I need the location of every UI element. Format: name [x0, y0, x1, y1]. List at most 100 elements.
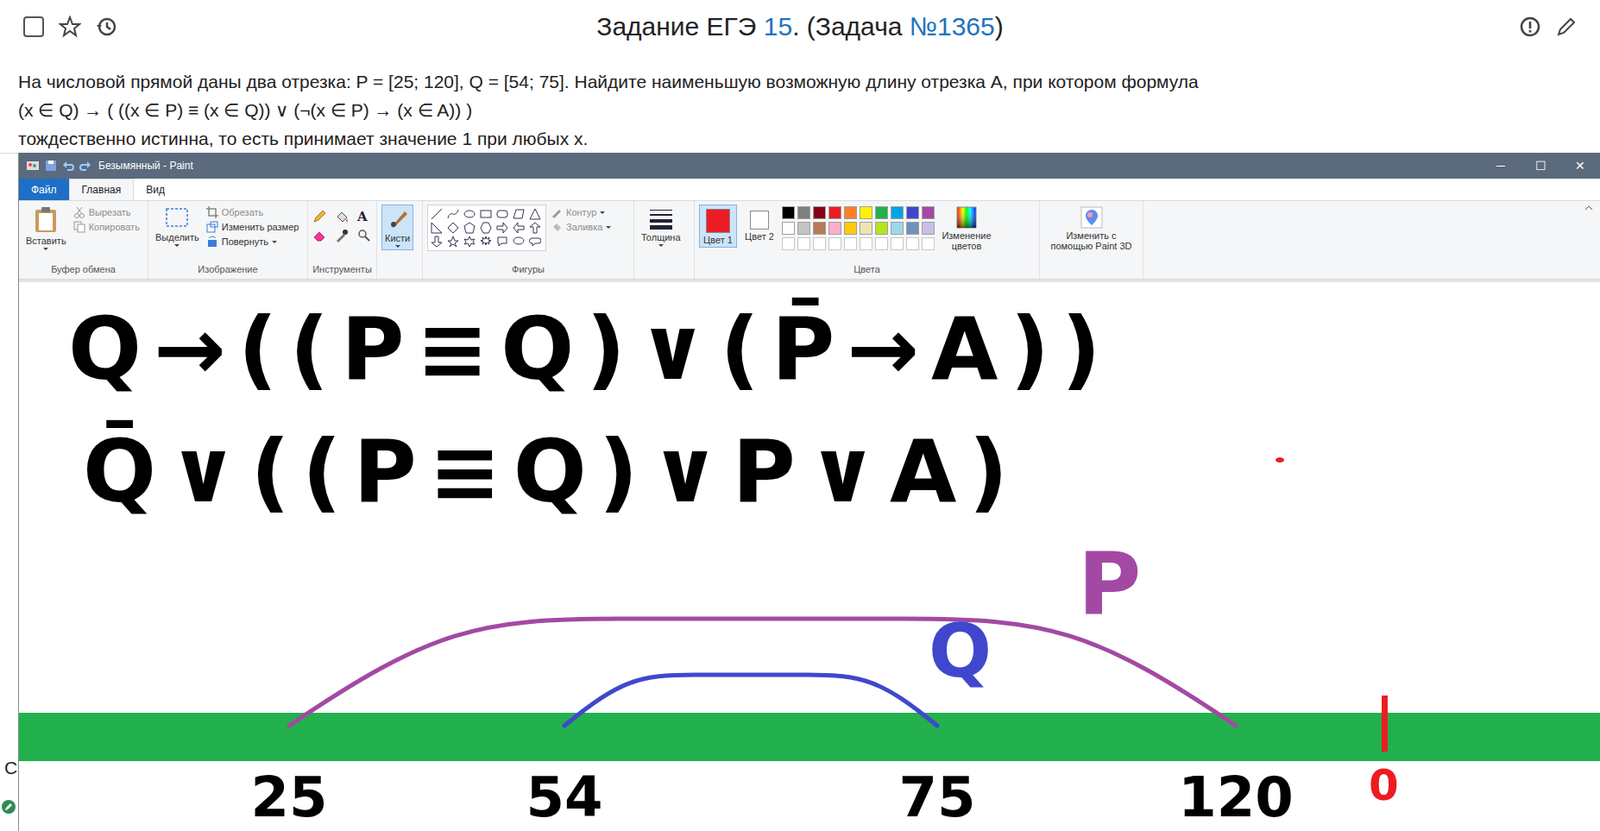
problem-statement: На числовой прямой даны два отрезка: P =… [0, 53, 1600, 153]
text-tool[interactable]: A [357, 209, 375, 224]
empty-swatch[interactable] [906, 237, 920, 251]
palette-swatch[interactable] [875, 206, 889, 220]
star-icon[interactable] [58, 15, 82, 38]
segment-arc [289, 618, 1236, 726]
fill-icon[interactable] [334, 209, 353, 224]
rotate-button[interactable]: Повернуть [206, 235, 300, 248]
history-icon[interactable] [94, 15, 118, 38]
palette-swatch[interactable] [921, 206, 935, 220]
button-label: Контур [566, 207, 597, 218]
color1-button[interactable]: Цвет 1 [699, 204, 738, 248]
drawing-canvas[interactable]: Q→((P≡Q)∨(P̄→A))Q̄∨((P≡Q)∨P∨A)255475120P… [18, 279, 1600, 831]
pencil-icon[interactable] [312, 209, 330, 224]
copy-button[interactable]: Копировать [73, 220, 140, 234]
shape-icon[interactable] [447, 221, 461, 234]
palette-swatch[interactable] [828, 206, 842, 220]
ribbon-tab[interactable]: Файл [18, 178, 70, 201]
shape-icon[interactable] [430, 221, 445, 234]
paste-button[interactable]: Вставить [23, 204, 70, 252]
empty-swatch[interactable] [875, 237, 889, 251]
palette-swatch[interactable] [906, 221, 920, 235]
shape-icon[interactable] [447, 207, 461, 221]
shape-icon[interactable] [463, 207, 478, 221]
palette-swatch[interactable] [859, 221, 873, 235]
image-group: Выделить ОбрезатьИзменить размерПовернуть… [148, 201, 309, 279]
magnifier-icon[interactable] [357, 228, 375, 243]
ribbon-tab[interactable]: Главная [69, 178, 135, 201]
palette-swatch[interactable] [812, 221, 826, 235]
empty-swatch[interactable] [797, 237, 811, 251]
empty-swatch[interactable] [859, 237, 873, 251]
shape-icon[interactable] [430, 207, 445, 221]
palette-swatch[interactable] [797, 221, 811, 235]
eraser-icon[interactable] [312, 228, 330, 243]
red-dot [1275, 457, 1285, 463]
shape-icon[interactable] [479, 221, 494, 234]
palette-swatch[interactable] [844, 206, 857, 220]
shape-icon[interactable] [479, 235, 494, 248]
task-id-link[interactable]: №1365 [909, 12, 996, 41]
report-icon[interactable] [1518, 15, 1542, 38]
crop-button[interactable]: Обрезать [206, 206, 300, 219]
palette-swatch[interactable] [859, 206, 873, 220]
shape-icon[interactable] [463, 235, 478, 248]
palette-swatch[interactable] [812, 206, 826, 220]
shape-icon[interactable] [479, 207, 494, 221]
palette-swatch[interactable] [844, 221, 857, 235]
color2-button[interactable]: Цвет 2 [741, 204, 778, 244]
palette-swatch[interactable] [890, 221, 904, 235]
shape-icon[interactable] [512, 235, 527, 248]
shape-icon[interactable] [430, 235, 445, 248]
palette-swatch[interactable] [906, 206, 920, 220]
palette-swatch[interactable] [890, 206, 904, 220]
edit-colors-button[interactable]: Изменение цветов [938, 204, 995, 253]
empty-swatch[interactable] [921, 237, 935, 251]
fill-button[interactable]: Заливка [550, 220, 612, 234]
shape-icon[interactable] [496, 221, 511, 234]
window-button[interactable]: ☐ [1520, 158, 1561, 173]
empty-swatch[interactable] [890, 237, 904, 251]
redo-icon[interactable] [79, 159, 92, 172]
axis-label: 25 [250, 767, 328, 828]
paint3d-button[interactable]: Изменить с помощью Paint 3D [1044, 204, 1139, 253]
undo-icon[interactable] [62, 159, 75, 172]
brush-icon [385, 207, 410, 232]
cut-button[interactable]: Вырезать [73, 206, 140, 219]
handwritten-formula: Q̄∨((P≡Q)∨P∨A) [82, 420, 1021, 524]
window-button[interactable]: ✕ [1560, 158, 1600, 173]
task-number-link[interactable]: 15 [763, 12, 793, 41]
empty-swatch[interactable] [812, 237, 826, 251]
palette-swatch[interactable] [875, 221, 889, 235]
shape-icon[interactable] [496, 235, 511, 248]
ribbon-tab[interactable]: Вид [133, 178, 177, 201]
brushes-button[interactable]: Кисти [381, 204, 414, 251]
marker-label: 0 [1368, 762, 1399, 810]
shape-icon[interactable] [512, 221, 527, 234]
paint-logo-icon [25, 158, 40, 173]
checkbox-icon[interactable] [22, 15, 45, 38]
shape-icon[interactable] [496, 207, 511, 221]
fill-icon [550, 220, 563, 234]
palette-swatch[interactable] [781, 221, 795, 235]
palette-swatch[interactable] [781, 206, 795, 220]
palette-swatch[interactable] [828, 221, 842, 235]
empty-swatch[interactable] [781, 237, 795, 251]
color-picker-icon[interactable] [334, 228, 353, 243]
save-icon[interactable] [44, 159, 57, 172]
shape-icon[interactable] [512, 207, 527, 221]
outline-button[interactable]: Контур [550, 206, 612, 219]
window-button[interactable]: ─ [1480, 158, 1521, 173]
shape-icon[interactable] [529, 207, 543, 221]
shape-icon[interactable] [447, 235, 461, 248]
select-button[interactable]: Выделить [152, 204, 202, 249]
shape-icon[interactable] [529, 235, 543, 248]
empty-swatch[interactable] [828, 237, 842, 251]
empty-swatch[interactable] [844, 237, 857, 251]
size-button[interactable]: Толщина [638, 204, 684, 249]
palette-swatch[interactable] [921, 221, 935, 235]
resize-button[interactable]: Изменить размер [206, 220, 300, 234]
palette-swatch[interactable] [797, 206, 811, 220]
shape-icon[interactable] [529, 221, 543, 234]
edit-icon[interactable] [1555, 15, 1578, 38]
shape-icon[interactable] [463, 221, 478, 234]
